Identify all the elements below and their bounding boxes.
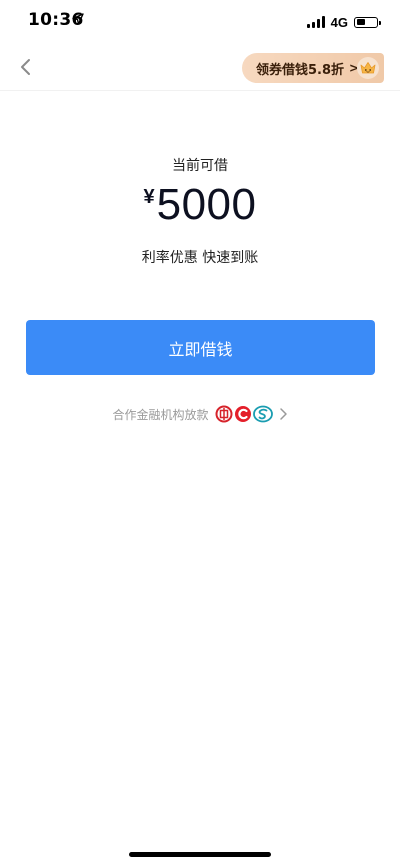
network-type: 4G [330, 14, 348, 30]
amount-value: 5000 [156, 180, 257, 229]
borrow-now-button[interactable]: 立即借钱 [26, 320, 375, 375]
status-bar: 10:36 4G [0, 0, 400, 44]
back-button[interactable] [14, 52, 40, 82]
currency-symbol: ¥ [143, 186, 155, 208]
partner-institutions-link[interactable]: 合作金融机构放款 [0, 403, 400, 425]
chevron-right-icon [279, 408, 287, 420]
crown-icon [357, 57, 379, 79]
cellular-signal-icon [306, 16, 325, 28]
nav-bar: 领券借钱5.8折 > [0, 44, 400, 91]
chevron-left-icon [21, 59, 30, 75]
available-loan-label: 当前可借 [172, 158, 228, 174]
partner-label: 合作金融机构放款 [112, 407, 209, 422]
coupon-banner-button[interactable]: 领券借钱5.8折 > [242, 53, 384, 83]
battery-icon [354, 16, 381, 28]
location-arrow-icon [72, 13, 84, 25]
citic-logo-icon [252, 405, 273, 423]
cmb-logo-icon [234, 406, 251, 422]
partner-logos [215, 405, 273, 423]
loan-amount: ¥5000 [0, 178, 400, 232]
coupon-banner-label: 领券借钱5.8折 [256, 62, 345, 78]
loan-subtitle: 利率优惠 快速到账 [141, 250, 259, 266]
battery-level [356, 19, 365, 25]
home-indicator[interactable] [129, 852, 271, 857]
status-indicators: 4G [306, 12, 381, 32]
icbc-logo-icon [215, 405, 232, 423]
